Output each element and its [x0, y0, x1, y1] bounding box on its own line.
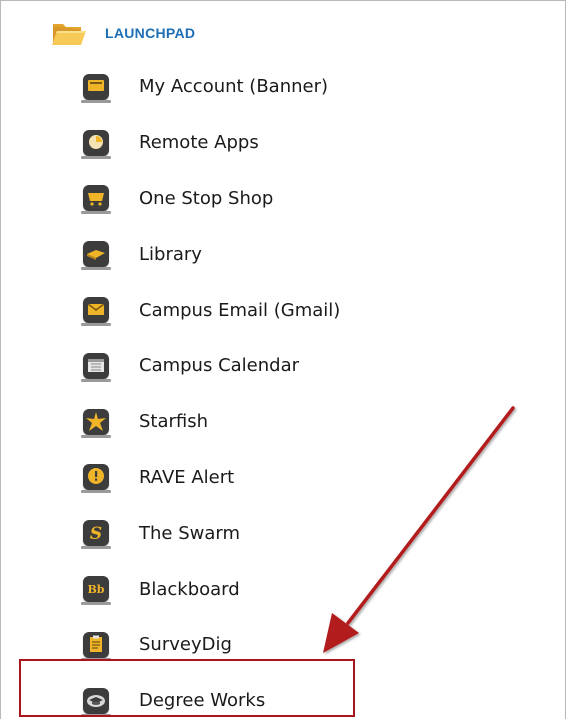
my-account-icon	[81, 73, 111, 103]
app-item-label: RAVE Alert	[139, 466, 235, 488]
svg-text:Bb: Bb	[88, 583, 105, 596]
app-item-rave-alert[interactable]: RAVE Alert	[81, 450, 340, 506]
launchpad-folder-label: LAUNCHPAD	[105, 25, 196, 41]
app-item-label: SurveyDig	[139, 634, 232, 656]
app-item-label: My Account (Banner)	[139, 76, 329, 98]
app-item-my-account[interactable]: My Account (Banner)	[81, 59, 340, 115]
degree-works-highlight-box	[19, 659, 355, 717]
shopping-cart-icon	[81, 185, 111, 215]
remote-apps-icon	[81, 129, 111, 159]
calendar-icon	[81, 352, 111, 382]
app-item-one-stop-shop[interactable]: One Stop Shop	[81, 171, 340, 227]
app-item-label: Library	[139, 243, 202, 265]
library-book-icon	[81, 241, 111, 271]
app-item-label: Remote Apps	[139, 132, 259, 154]
launchpad-panel: LAUNCHPAD My Account (Banner) Remote App…	[0, 0, 566, 719]
folder-open-icon	[52, 24, 86, 45]
launchpad-folder[interactable]: LAUNCHPAD	[51, 18, 195, 48]
app-item-label: Starfish	[139, 411, 209, 433]
svg-text:S: S	[90, 524, 102, 544]
app-item-remote-apps[interactable]: Remote Apps	[81, 115, 340, 171]
app-item-label: Campus Calendar	[139, 355, 300, 377]
app-item-library[interactable]: Library	[81, 226, 340, 282]
app-item-label: One Stop Shop	[139, 187, 274, 209]
app-item-campus-calendar[interactable]: Campus Calendar	[81, 338, 340, 394]
survey-clipboard-icon	[81, 631, 111, 661]
app-item-the-swarm[interactable]: S The Swarm	[81, 505, 340, 561]
swarm-s-icon: S	[81, 520, 111, 550]
starfish-icon	[81, 408, 111, 438]
alert-icon	[81, 464, 111, 494]
app-item-blackboard[interactable]: Bb Blackboard	[81, 561, 340, 617]
app-item-campus-email[interactable]: Campus Email (Gmail)	[81, 282, 341, 338]
app-item-label: Blackboard	[139, 578, 240, 600]
envelope-icon	[81, 297, 111, 327]
app-item-starfish[interactable]: Starfish	[81, 394, 340, 450]
app-item-label: Campus Email (Gmail)	[139, 299, 341, 321]
blackboard-bb-icon: Bb	[81, 576, 111, 606]
launchpad-app-list: My Account (Banner) Remote Apps One Stop…	[81, 59, 341, 719]
app-item-label: The Swarm	[139, 522, 240, 544]
